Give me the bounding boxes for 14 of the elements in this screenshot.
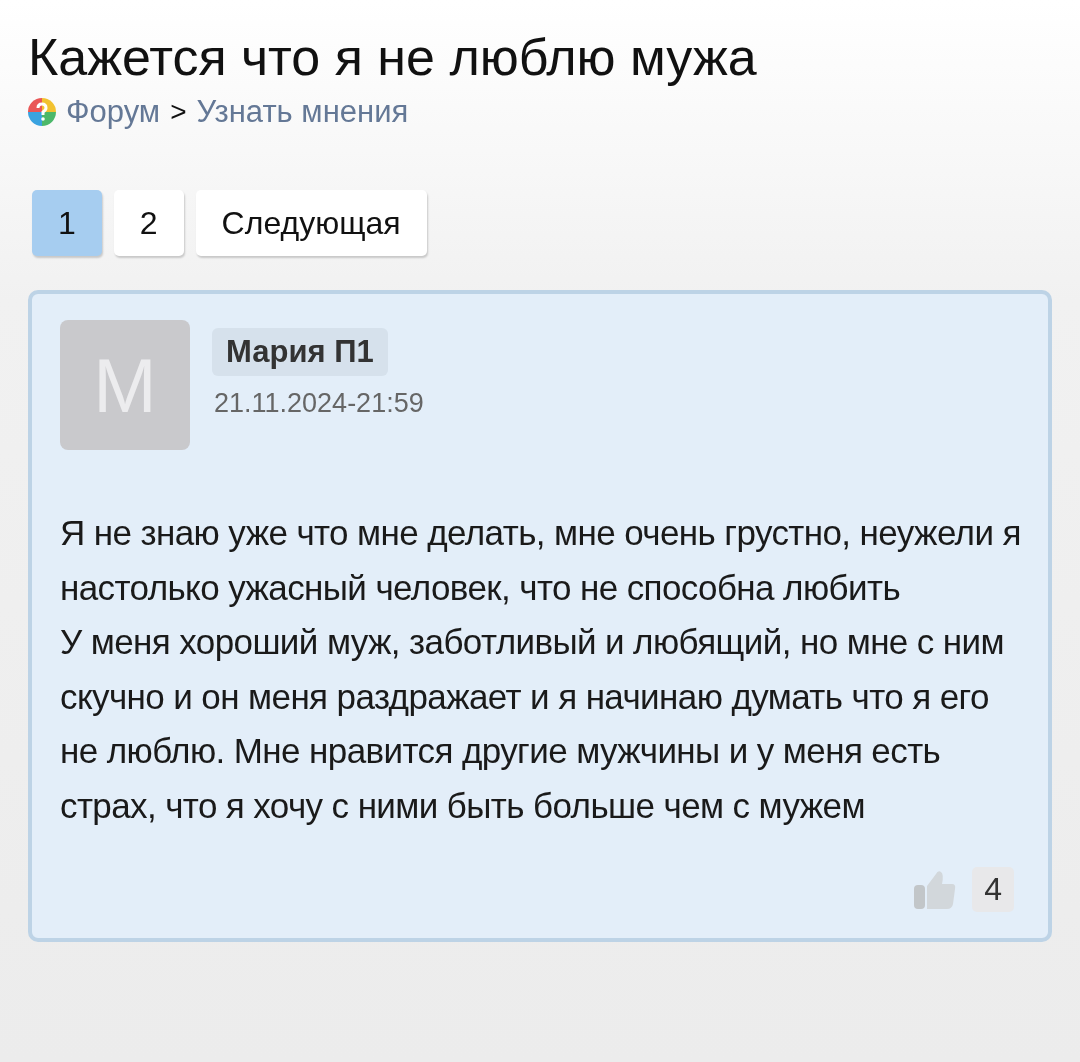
post-text: Я не знаю уже что мне делать, мне очень грустно, неужели я настолько ужасный человек, что не способна любить	[60, 512, 1022, 609]
breadcrumb-link[interactable]: Узнать мнения	[196, 94, 409, 131]
breadcrumb-link[interactable]: Форум	[66, 94, 161, 131]
breadcrumb-separator: >	[170, 96, 187, 129]
post-text: У меня хороший муж, заботливый и любящий, но мне с ним скучно и он меня раздражает и я начинаю думать что я его не люблю. Мне нравится другие мужчины и у меня есть страх, что я хочу с ними быть больше чем с мужем	[60, 621, 1005, 827]
page-button[interactable]: Следующая	[195, 190, 427, 257]
page-button[interactable]: 2	[113, 190, 184, 257]
forum-logo-icon	[28, 98, 56, 127]
thumbs-up-icon[interactable]	[914, 869, 957, 910]
author-name[interactable]: Мария П1	[212, 328, 388, 377]
page-button[interactable]: 1	[32, 190, 102, 257]
like-count: 4	[972, 867, 1014, 913]
post-date: 21.11.2024-21:59	[213, 388, 424, 420]
page-title: Кажется что я не люблю мужа	[28, 27, 758, 88]
